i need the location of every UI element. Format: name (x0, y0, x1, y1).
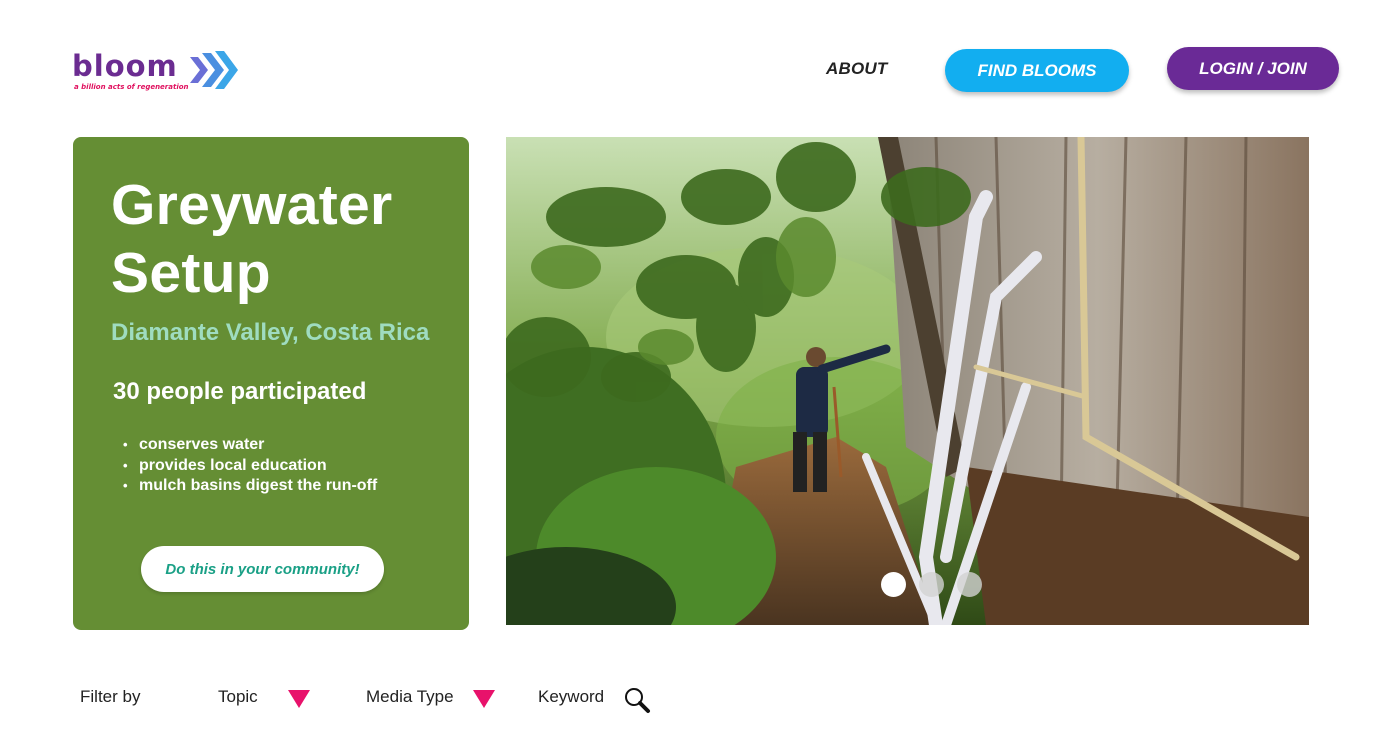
carousel-dot-2[interactable] (919, 572, 944, 597)
topic-filter[interactable]: Topic (218, 687, 258, 707)
filter-by-label: Filter by (80, 687, 141, 706)
do-this-in-community-button[interactable]: Do this in your community! (141, 546, 384, 592)
keyword-filter[interactable]: Keyword (538, 687, 604, 707)
feature-location: Diamante Valley, Costa Rica (111, 319, 430, 346)
feature-card: Greywater Setup Diamante Valley, Costa R… (73, 137, 469, 630)
bullet-icon: • (123, 457, 128, 473)
participant-count: 30 people participated (113, 378, 367, 405)
login-join-button[interactable]: LOGIN / JOIN (1167, 47, 1339, 90)
media-type-dropdown-triangle-icon[interactable] (473, 690, 495, 708)
logo-wordmark: bloom (72, 49, 178, 83)
carousel-dot-1[interactable] (881, 572, 906, 597)
benefit-item: • conserves water (123, 435, 377, 456)
find-blooms-button[interactable]: FIND BLOOMS (945, 49, 1129, 92)
nav-about-link[interactable]: ABOUT (826, 59, 887, 79)
greywater-photo (506, 137, 1309, 625)
benefit-item: • provides local education (123, 456, 377, 477)
logo-tagline: a billion acts of regeneration (74, 83, 189, 91)
feature-title: Greywater Setup (111, 171, 393, 307)
bullet-icon: • (123, 478, 128, 493)
feature-title-line1: Greywater (111, 173, 393, 237)
bloom-logo[interactable]: bloom a billion acts of regeneration (72, 46, 242, 96)
hero-carousel[interactable] (506, 137, 1309, 625)
topic-dropdown-triangle-icon[interactable] (288, 690, 310, 708)
chevrons-right-icon (190, 51, 238, 89)
benefit-list: • conserves water • provides local educati… (123, 435, 377, 497)
feature-title-line2: Setup (111, 241, 271, 305)
carousel-dot-3[interactable] (957, 572, 982, 597)
bullet-icon: • (123, 437, 128, 452)
media-type-filter[interactable]: Media Type (366, 687, 454, 707)
search-icon[interactable] (623, 686, 651, 714)
benefit-item: • mulch basins digest the run-off (123, 476, 377, 497)
